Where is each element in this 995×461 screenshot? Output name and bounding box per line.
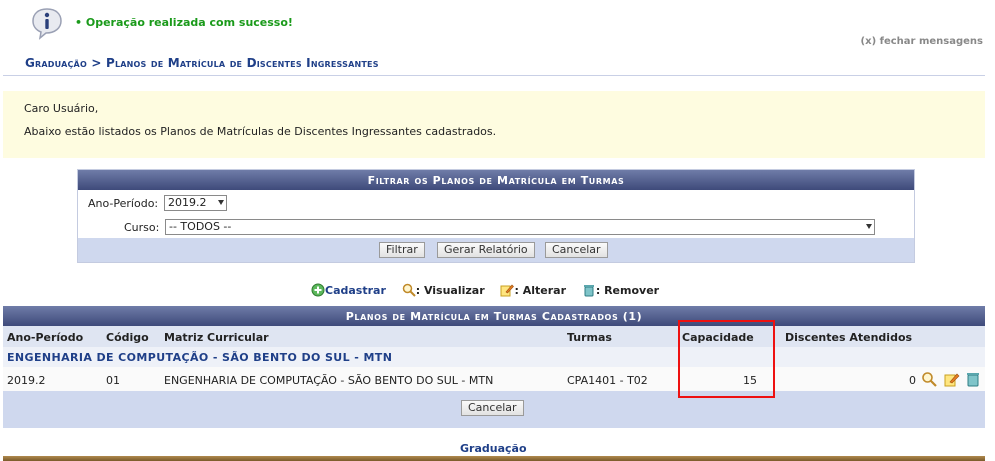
filter-form: Filtrar os Planos de Matrícula em Turmas… [77,169,915,263]
header-ano-periodo: Ano-Período [7,331,84,344]
legend-cadastrar[interactable]: Cadastrar [311,283,386,297]
footer-graduacao-link[interactable]: Graduação [460,442,527,455]
breadcrumb: Graduação > Planos de Matrícula de Disce… [25,56,379,70]
trash-icon[interactable] [965,371,981,387]
curso-select[interactable]: -- TODOS -- [165,219,875,235]
edit-icon [500,284,515,297]
trash-icon [583,285,594,297]
table-footer: Cancelar [3,391,985,428]
capacidade-highlight-box [678,320,775,398]
cell-matriz: ENGENHARIA DE COMPUTAÇÃO - SÃO BENTO DO … [164,374,494,387]
legend-remover: : Remover [582,283,659,297]
ano-periodo-label: Ano-Período: [88,197,159,210]
action-legend: Cadastrar : Visualizar : Alterar : Remov… [311,283,671,297]
footer-bar [3,456,985,461]
magnifier-icon [402,283,416,297]
legend-remover-label: : Remover [595,284,660,297]
gerar-relatorio-button[interactable]: Gerar Relatório [437,242,535,258]
cancelar-filter-button[interactable]: Cancelar [545,242,608,258]
view-magnifier-icon[interactable] [921,371,937,387]
table-row: 2019.2 01 ENGENHARIA DE COMPUTAÇÃO - SÃO… [3,367,985,392]
filtrar-button[interactable]: Filtrar [379,242,425,258]
cell-codigo: 01 [106,374,120,387]
legend-alterar: : Alterar [500,283,566,297]
table-caption: Planos de Matrícula em Turmas Cadastrado… [3,306,985,326]
group-title: ENGENHARIA DE COMPUTAÇÃO - SÃO BENTO DO … [7,351,393,364]
filter-caption: Filtrar os Planos de Matrícula em Turmas [78,170,914,190]
curso-value: -- TODOS -- [169,220,232,233]
header-turmas: Turmas [567,331,612,344]
add-icon [311,283,325,297]
ano-periodo-select[interactable]: 2019.2 [164,195,227,211]
legend-alterar-label: : Alterar [514,284,566,297]
edit-icon[interactable] [944,371,960,387]
success-message: • Operação realizada com sucesso! [75,16,293,29]
cell-ano: 2019.2 [7,374,46,387]
cell-discentes: 0 [909,374,916,387]
legend-visualizar: : Visualizar [402,283,485,297]
filter-buttons: Filtrar Gerar Relatório Cancelar [78,238,914,262]
legend-visualizar-label: : Visualizar [415,284,485,297]
table-header: Ano-Período Código Matriz Curricular Tur… [3,326,985,347]
header-codigo: Código [106,331,149,344]
close-messages-link[interactable]: (x) fechar mensagens [861,36,983,47]
ano-periodo-value: 2019.2 [168,196,207,209]
chevron-down-icon [866,224,872,229]
cell-turmas: CPA1401 - T02 [567,374,648,387]
cancelar-button[interactable]: Cancelar [461,400,524,416]
header-matriz: Matriz Curricular [164,331,269,344]
chevron-down-icon [218,200,224,205]
table-group-row: ENGENHARIA DE COMPUTAÇÃO - SÃO BENTO DO … [3,347,985,367]
header-discentes: Discentes Atendidos [785,331,913,344]
info-description: Abaixo estão listados os Planos de Matrí… [24,125,497,138]
curso-label: Curso: [124,221,160,234]
info-greeting: Caro Usuário, [24,102,99,115]
info-panel: Caro Usuário, Abaixo estão listados os P… [3,91,985,158]
legend-cadastrar-label[interactable]: Cadastrar [325,284,386,297]
info-icon [30,6,64,40]
